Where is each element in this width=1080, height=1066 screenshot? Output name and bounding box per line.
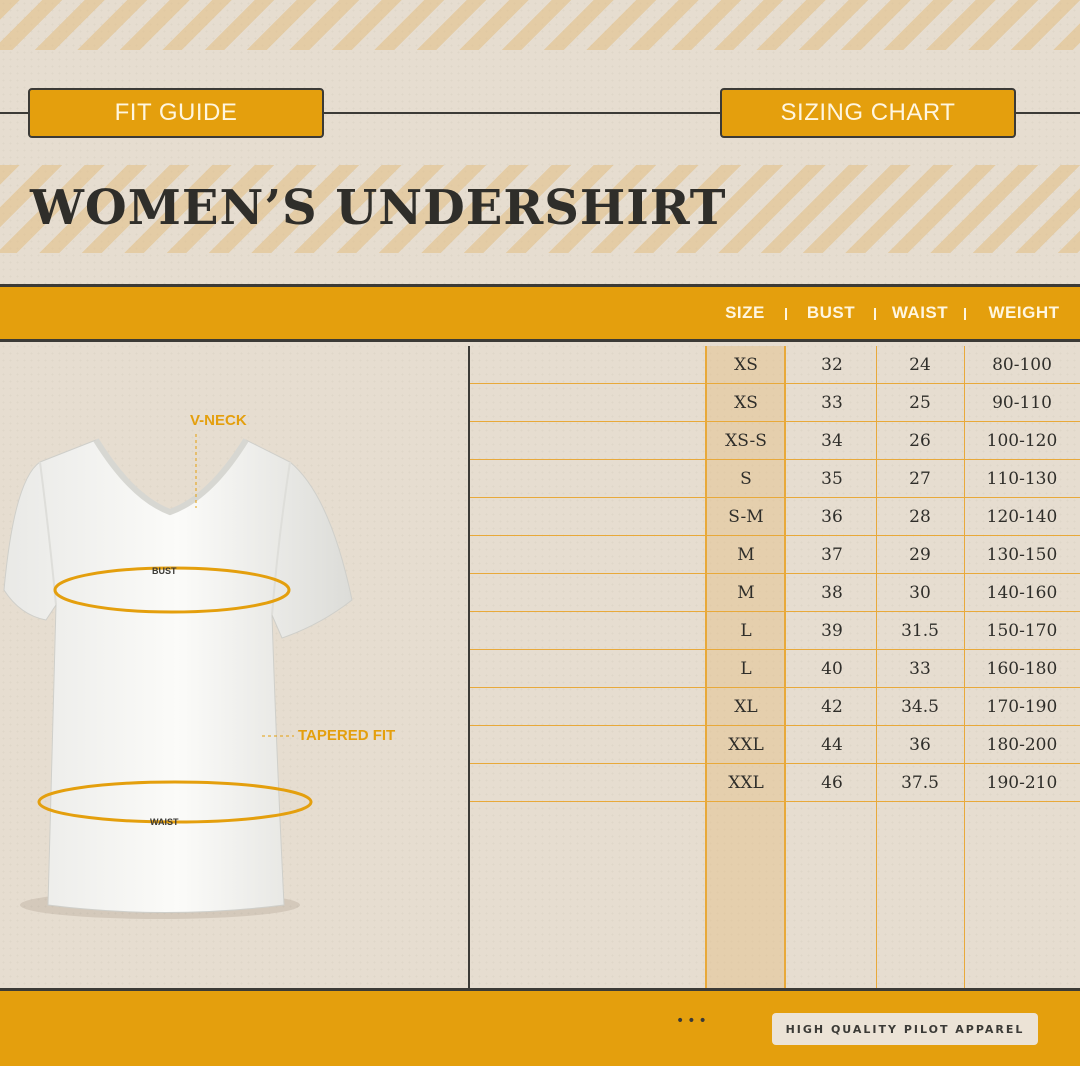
fit-guide-tag: FIT GUIDE [28,88,324,138]
weight-cell: 160-180 [986,659,1058,679]
bust-cell: 32 [821,355,843,375]
waist-cell: 30 [909,583,931,603]
waist-cell: 26 [909,431,931,451]
table-row: L 40 33 160-180 [470,650,1080,688]
bust-cell: 35 [821,469,843,489]
weight-cell: 100-120 [986,431,1058,451]
size-cell: L [740,659,752,679]
waist-cell: 34.5 [901,697,939,717]
table-row: XXL 44 36 180-200 [470,726,1080,764]
waist-cell: 24 [909,355,931,375]
table-row: S-M 36 28 120-140 [470,498,1080,536]
size-cell: XS [734,355,758,375]
shirt-illustration: V-NECK BUST TAPERED FIT WAIST [0,400,470,930]
weight-cell: 140-160 [986,583,1058,603]
table-row: M 38 30 140-160 [470,574,1080,612]
size-cell: XL [734,697,758,717]
dots-icon: ••• [676,1013,710,1029]
weight-cell: 130-150 [986,545,1058,565]
weight-cell: 180-200 [986,735,1058,755]
top-stripe-band [0,0,1080,50]
sizing-chart-tag: SIZING CHART [720,88,1016,138]
table-row: S 35 27 110-130 [470,460,1080,498]
weight-cell: 80-100 [992,355,1052,375]
table-row: XL 42 34.5 170-190 [470,688,1080,726]
weight-cell: 150-170 [986,621,1058,641]
divider-line [322,112,722,114]
header-bust: BUST [806,303,856,322]
size-cell: XS-S [725,431,767,451]
brand-badge: HIGH QUALITY PILOT APPAREL [772,1013,1038,1045]
shirt-graphic [3,434,353,919]
divider-line [0,112,30,114]
header-weight: WEIGHT [988,303,1060,322]
tapered-fit-label: TAPERED FIT [298,727,396,744]
footer-band: ••• HIGH QUALITY PILOT APPAREL [0,988,1080,1066]
table-row: XXL 46 37.5 190-210 [470,764,1080,802]
waist-cell: 31.5 [901,621,939,641]
divider-line [1014,112,1080,114]
table-row: XS 32 24 80-100 [470,346,1080,384]
waist-cell: 29 [909,545,931,565]
table-header-band: SIZE BUST WAIST WEIGHT [0,284,1080,342]
waist-cell: 33 [909,659,931,679]
table-row: M 37 29 130-150 [470,536,1080,574]
table-row: L 39 31.5 150-170 [470,612,1080,650]
bust-cell: 33 [821,393,843,413]
bust-cell: 44 [821,735,843,755]
size-cell: XS [734,393,758,413]
bust-cell: 34 [821,431,843,451]
weight-cell: 90-110 [992,393,1052,413]
waist-label: WAIST [150,817,179,827]
header-separator [964,308,966,320]
size-guide-page: FIT GUIDE SIZING CHART WOMEN’S UNDERSHIR… [0,0,1080,1066]
size-cell: L [740,621,752,641]
bust-cell: 39 [821,621,843,641]
page-title: WOMEN’S UNDERSHIRT [30,180,727,236]
bust-cell: 38 [821,583,843,603]
waist-cell: 36 [909,735,931,755]
weight-cell: 170-190 [986,697,1058,717]
weight-cell: 190-210 [986,773,1058,793]
header-separator [785,308,787,320]
waist-cell: 37.5 [901,773,939,793]
header-waist: WAIST [891,303,949,322]
bust-cell: 40 [821,659,843,679]
bust-label: BUST [152,566,177,576]
size-cell: XXL [728,773,764,793]
size-cell: S [740,469,752,489]
weight-cell: 110-130 [986,469,1058,489]
weight-cell: 120-140 [986,507,1058,527]
size-cell: S-M [728,507,764,527]
table-row: XS 33 25 90-110 [470,384,1080,422]
bust-cell: 36 [821,507,843,527]
waist-cell: 25 [909,393,931,413]
v-neck-label: V-NECK [190,412,247,429]
bust-cell: 42 [821,697,843,717]
bust-cell: 37 [821,545,843,565]
bust-cell: 46 [821,773,843,793]
header-size: SIZE [725,303,765,322]
size-cell: M [737,545,755,565]
waist-cell: 28 [909,507,931,527]
size-cell: XXL [728,735,764,755]
waist-cell: 27 [909,469,931,489]
table-row: XS-S 34 26 100-120 [470,422,1080,460]
size-cell: M [737,583,755,603]
